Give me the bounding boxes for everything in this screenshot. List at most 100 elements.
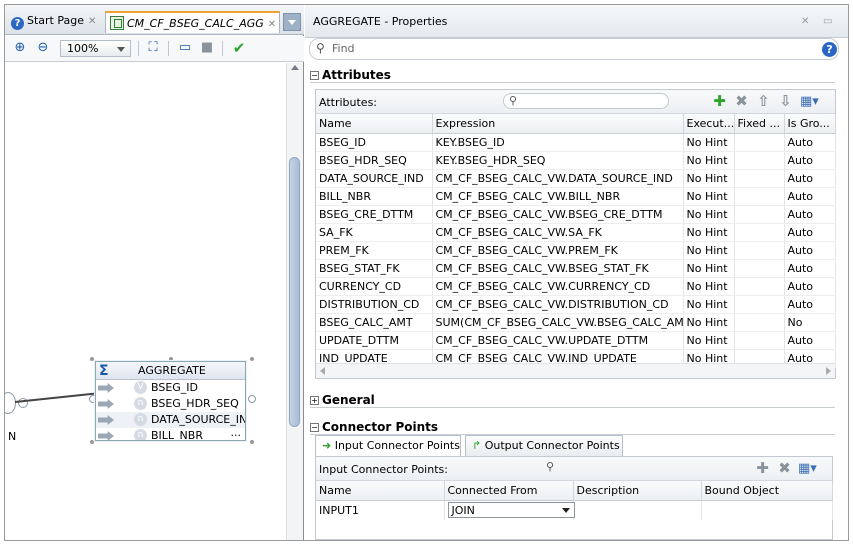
validate-check-icon[interactable]: ✔ <box>231 40 247 56</box>
column-header[interactable]: Fixed ... <box>734 114 785 134</box>
minimize-icon[interactable]: ▭ <box>823 16 832 27</box>
expression-cell[interactable]: CM_CF_BSEG_CALC_VW.BSEG_STAT_FK <box>432 259 684 278</box>
fixed-cell[interactable] <box>734 151 785 170</box>
fixed-cell[interactable] <box>734 187 785 206</box>
fixed-cell[interactable] <box>734 313 785 332</box>
expression-cell[interactable]: SUM(CM_CF_BSEG_CALC_VW.BSEG_CALC_AMT) <box>432 313 684 332</box>
node-attribute[interactable]: n BSEG_HDR_SEQ <box>96 396 245 412</box>
attr-name-cell[interactable]: DISTRIBUTION_CD <box>316 295 433 314</box>
delete-icon[interactable]: ✖ <box>733 93 750 110</box>
attr-name-cell[interactable]: UPDATE_DTTM <box>316 331 433 350</box>
execute-hint-cell[interactable]: No Hint <box>683 277 735 296</box>
execute-hint-cell[interactable]: No Hint <box>683 169 735 188</box>
column-header[interactable]: Name <box>316 114 433 134</box>
aggregate-node[interactable]: Σ AGGREGATE V BSEG_ID n BSEG_HDR_SEQ n D… <box>95 361 246 441</box>
fixed-cell[interactable] <box>734 205 785 224</box>
delete-icon[interactable]: ✖ <box>776 460 793 477</box>
expand-icon[interactable]: + <box>310 396 319 405</box>
column-header[interactable]: Execut... <box>683 114 735 134</box>
is-group-cell[interactable]: Auto <box>784 133 836 152</box>
connector-line[interactable] <box>14 392 95 403</box>
scroll-right-icon[interactable] <box>826 367 831 375</box>
connector-points-section-header[interactable]: − Connector Points <box>310 420 438 434</box>
expression-cell[interactable]: CM_CF_BSEG_CALC_VW.PREM_FK <box>432 241 684 260</box>
resize-handle[interactable] <box>250 440 254 444</box>
attr-name-cell[interactable]: BSEG_HDR_SEQ <box>316 151 433 170</box>
table-row[interactable]: BILL_NBR CM_CF_BSEG_CALC_VW.BILL_NBR No Hi… <box>316 187 836 206</box>
attr-name-cell[interactable]: PREM_FK <box>316 241 433 260</box>
fixed-cell[interactable] <box>734 295 785 314</box>
is-group-cell[interactable]: Auto <box>784 205 836 224</box>
attr-name-cell[interactable]: CURRENCY_CD <box>316 277 433 296</box>
help-icon[interactable]: ? <box>822 42 837 57</box>
resize-handle[interactable] <box>250 357 254 361</box>
fixed-cell[interactable] <box>734 241 785 260</box>
add-icon[interactable]: ✚ <box>754 460 771 477</box>
execute-hint-cell[interactable]: No Hint <box>683 259 735 278</box>
horizontal-scrollbar[interactable] <box>316 363 835 378</box>
close-icon[interactable]: ✕ <box>88 16 96 27</box>
find-field[interactable]: ⚲ Find <box>309 38 839 60</box>
expression-cell[interactable]: CM_CF_BSEG_CALC_VW.SA_FK <box>432 223 684 242</box>
is-group-cell[interactable]: Auto <box>784 295 836 314</box>
execute-hint-cell[interactable]: No Hint <box>683 331 735 350</box>
node-attribute[interactable]: n DATA_SOURCE_IND <box>96 412 245 428</box>
attributes-search-input[interactable]: ⚲ <box>503 93 669 109</box>
execute-hint-cell[interactable]: No Hint <box>683 205 735 224</box>
fixed-cell[interactable] <box>734 259 785 278</box>
resize-handle[interactable] <box>90 357 94 361</box>
execute-hint-cell[interactable]: No Hint <box>683 223 735 242</box>
fixed-cell[interactable] <box>734 277 785 296</box>
tab-input-connector-points[interactable]: ➜ Input Connector Points <box>315 435 461 457</box>
tab-start-page[interactable]: ? Start Page ✕ <box>7 11 104 33</box>
column-header[interactable]: Expression <box>432 114 684 134</box>
expression-cell[interactable]: CM_CF_BSEG_CALC_VW.DISTRIBUTION_CD <box>432 295 684 314</box>
execute-hint-cell[interactable]: No Hint <box>683 133 735 152</box>
is-group-cell[interactable]: Auto <box>784 241 836 260</box>
zoom-select[interactable]: 100% <box>60 40 131 57</box>
fixed-cell[interactable] <box>734 223 785 242</box>
table-row[interactable]: UPDATE_DTTM CM_CF_BSEG_CALC_VW.UPDATE_DTT… <box>316 331 836 350</box>
expression-cell[interactable]: CM_CF_BSEG_CALC_VW.CURRENCY_CD <box>432 277 684 296</box>
is-group-cell[interactable]: Auto <box>784 331 836 350</box>
move-up-icon[interactable]: ⇧ <box>755 93 772 110</box>
table-row[interactable]: INPUT1 JOIN <box>316 500 833 520</box>
attr-name-cell[interactable]: SA_FK <box>316 223 433 242</box>
expression-cell[interactable]: KEY.BSEG_HDR_SEQ <box>432 151 684 170</box>
is-group-cell[interactable]: Auto <box>784 151 836 170</box>
collapse-icon[interactable]: − <box>310 71 319 80</box>
table-row[interactable]: BSEG_CALC_AMT SUM(CM_CF_BSEG_CALC_VW.BSEG… <box>316 313 836 332</box>
fixed-cell[interactable] <box>734 133 785 152</box>
table-row[interactable]: BSEG_ID KEY.BSEG_ID No Hint Auto <box>316 133 836 152</box>
table-row[interactable]: BSEG_STAT_FK CM_CF_BSEG_CALC_VW.BSEG_STAT… <box>316 259 836 278</box>
execute-hint-cell[interactable]: No Hint <box>683 313 735 332</box>
expression-cell[interactable]: CM_CF_BSEG_CALC_VW.UPDATE_DTTM <box>432 331 684 350</box>
general-section-header[interactable]: + General <box>310 393 375 407</box>
move-down-icon[interactable]: ⇩ <box>777 93 794 110</box>
tab-output-connector-points[interactable]: ↱ Output Connector Points <box>465 435 623 456</box>
columns-menu-icon[interactable]: ▦▾ <box>800 93 819 110</box>
execute-hint-cell[interactable]: No Hint <box>683 187 735 206</box>
is-group-cell[interactable]: Auto <box>784 169 836 188</box>
is-group-cell[interactable]: Auto <box>784 223 836 242</box>
close-icon[interactable]: ✕ <box>268 19 276 30</box>
node-attribute[interactable]: V BSEG_ID <box>96 380 245 396</box>
scroll-left-icon[interactable] <box>320 367 325 375</box>
table-row[interactable]: DISTRIBUTION_CD CM_CF_BSEG_CALC_VW.DISTRI… <box>316 295 836 314</box>
execute-hint-cell[interactable]: No Hint <box>683 151 735 170</box>
table-row[interactable]: SA_FK CM_CF_BSEG_CALC_VW.SA_FK No Hint Auto <box>316 223 836 242</box>
execute-hint-cell[interactable]: No Hint <box>683 295 735 314</box>
execute-hint-cell[interactable]: No Hint <box>683 241 735 260</box>
column-header[interactable]: Bound Object <box>701 481 833 501</box>
column-header[interactable]: Connected From <box>444 481 574 501</box>
is-group-cell[interactable]: Auto <box>784 259 836 278</box>
table-row[interactable]: PREM_FK CM_CF_BSEG_CALC_VW.PREM_FK No Hint… <box>316 241 836 260</box>
table-row[interactable]: BSEG_CRE_DTTM CM_CF_BSEG_CALC_VW.BSEG_CRE… <box>316 205 836 224</box>
bound-object-cell[interactable] <box>701 500 833 520</box>
columns-menu-icon[interactable]: ▦▾ <box>798 460 817 477</box>
column-header[interactable]: Is Gro... <box>784 114 836 134</box>
add-icon[interactable]: ✚ <box>711 93 728 110</box>
layout-icon[interactable]: ▭ <box>177 40 193 56</box>
scroll-up-icon[interactable] <box>291 65 299 70</box>
close-icon[interactable]: ✕ <box>801 16 809 27</box>
